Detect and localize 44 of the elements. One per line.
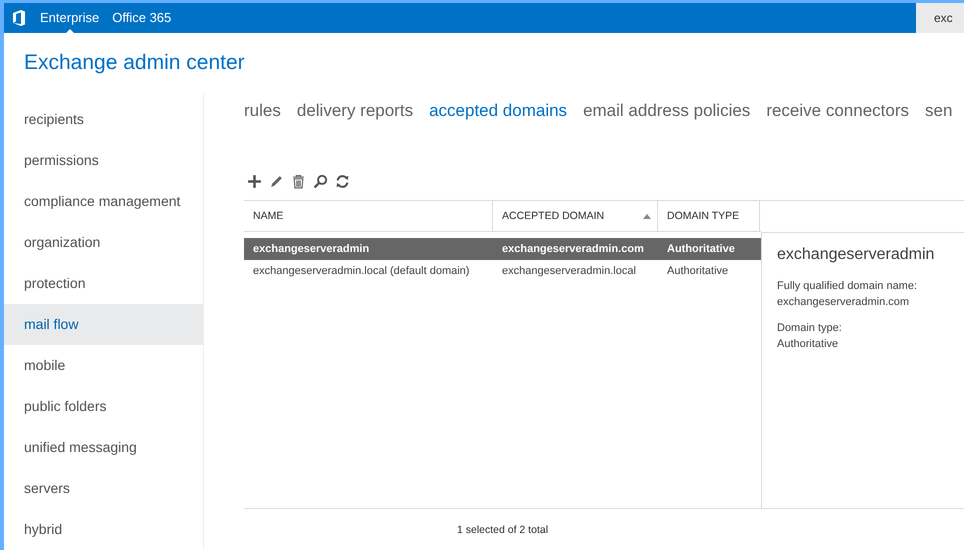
sidebar-item[interactable]: mobile	[4, 345, 203, 386]
pencil-icon[interactable]	[269, 174, 284, 188]
tab[interactable]: email address policies	[583, 101, 750, 137]
tab[interactable]: delivery reports	[296, 101, 414, 137]
field-value: Authoritative	[777, 337, 840, 352]
refresh-icon[interactable]	[335, 174, 350, 188]
field-label: Domain type:	[777, 321, 843, 336]
sidebar-item[interactable]: unified messaging	[4, 427, 203, 468]
table-row[interactable]: exchangeserveradmin exchangeserveradmin.com Authoritative	[244, 238, 761, 260]
office-logo-icon	[12, 10, 26, 26]
table-cell-text: exchangeserveradmin.local	[501, 265, 637, 277]
sidebar-item[interactable]: organization	[4, 222, 203, 263]
tab[interactable]: accepted domains	[429, 101, 568, 137]
sidebar-item[interactable]: recipients	[4, 99, 203, 140]
tab[interactable]: sen	[925, 101, 952, 137]
app-title: Exchange admin center	[23, 50, 246, 76]
sidebar-item[interactable]: hybrid	[4, 509, 203, 550]
field-value: exchangeserveradmin.com	[777, 295, 910, 310]
column-header[interactable]: NAME	[244, 201, 493, 231]
column-header[interactable]: DOMAIN TYPE	[658, 201, 760, 231]
trash-icon[interactable]	[291, 174, 306, 188]
table-cell-text: exchangeserveradmin	[252, 243, 370, 255]
top-nav-link[interactable]: Office 365	[112, 3, 172, 33]
status-text: 1 selected of 2 total	[456, 524, 548, 536]
sidebar-item[interactable]: permissions	[4, 140, 203, 181]
field-label: Fully qualified domain name:	[777, 279, 918, 294]
search-icon[interactable]	[313, 174, 328, 188]
sidebar-item[interactable]: public folders	[4, 386, 203, 427]
tab[interactable]: rules	[244, 101, 281, 137]
plus-icon[interactable]	[247, 174, 262, 188]
sidebar-item[interactable]: protection	[4, 263, 203, 304]
tab[interactable]: receive connectors	[766, 101, 909, 137]
table-cell-text: Authoritative	[666, 265, 730, 277]
top-nav-link[interactable]: Enterprise	[40, 3, 100, 33]
table-row[interactable]: exchangeserveradmin.local (default domain) exchangeserveradmin.local Authoritative	[244, 260, 761, 282]
sidebar-item[interactable]: servers	[4, 468, 203, 509]
table-cell-text: exchangeserveradmin.com	[501, 243, 645, 255]
column-header[interactable]: ACCEPTED DOMAIN	[493, 201, 658, 231]
sidebar-item[interactable]: compliance management	[4, 181, 203, 222]
details-title: exchangeserveradmin	[777, 246, 936, 264]
user-button[interactable]: exc	[916, 3, 964, 33]
table-cell-text: Authoritative	[666, 243, 736, 255]
sidebar-item[interactable]: mail flow	[4, 304, 203, 345]
table-cell-text: exchangeserveradmin.local (default domain)	[252, 265, 470, 277]
